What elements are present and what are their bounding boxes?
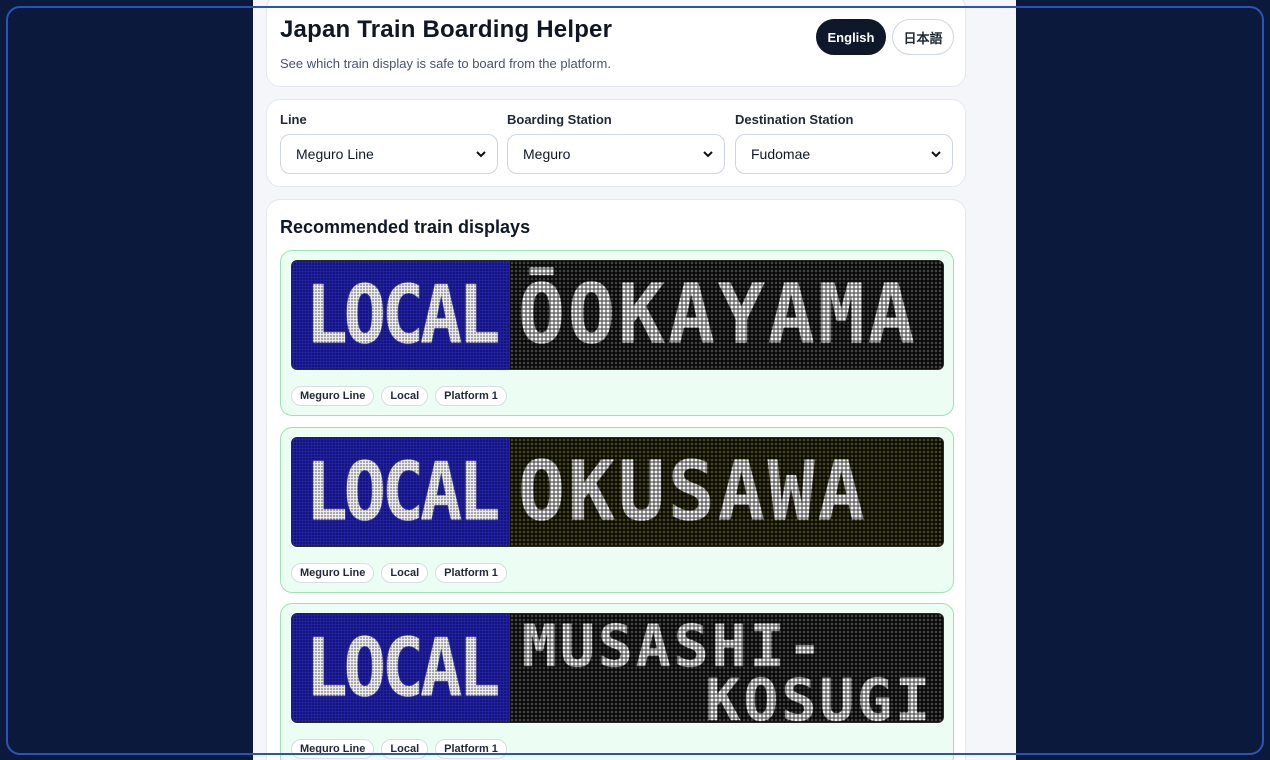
destination-select[interactable]: Fudomae xyxy=(735,134,953,174)
platform-tag: Platform 1 xyxy=(435,386,507,406)
results-card: Recommended train displays LOCAL ŌOKAYAM… xyxy=(266,199,966,760)
led-destination-panel: OKUSAWA xyxy=(510,438,943,546)
chevron-down-icon xyxy=(476,151,486,158)
destination-text: MUSASHI- KOSUGI xyxy=(510,614,943,722)
train-type-text: LOCAL xyxy=(305,620,501,716)
type-tag: Local xyxy=(381,563,429,583)
destination-text: ŌOKAYAMA xyxy=(518,267,918,363)
line-tag: Meguro Line xyxy=(291,563,375,583)
led-type-panel: LOCAL xyxy=(292,438,510,546)
led-type-panel: LOCAL xyxy=(292,261,510,369)
train-tags: Meguro Line Local Platform 1 xyxy=(291,563,507,583)
train-display-card: LOCAL MUSASHI- KOSUGI Meguro Line Local … xyxy=(280,603,954,760)
destination-field: Destination Station Fudomae xyxy=(735,112,953,174)
line-field: Line Meguro Line xyxy=(280,112,498,174)
train-display-card: LOCAL ŌOKAYAMA Meguro Line Local Platfor… xyxy=(280,250,954,416)
led-destination-panel: ŌOKAYAMA xyxy=(510,261,943,369)
led-display: LOCAL ŌOKAYAMA xyxy=(291,260,944,370)
led-display: LOCAL MUSASHI- KOSUGI xyxy=(291,613,944,723)
language-english-button[interactable]: English xyxy=(816,19,886,55)
results-title: Recommended train displays xyxy=(280,217,531,237)
destination-select-value: Fudomae xyxy=(751,146,811,162)
boarding-select[interactable]: Meguro xyxy=(507,134,725,174)
line-select-value: Meguro Line xyxy=(296,146,374,162)
train-tags: Meguro Line Local Platform 1 xyxy=(291,739,507,759)
page-subtitle: See which train display is safe to board… xyxy=(280,56,611,71)
boarding-field: Boarding Station Meguro xyxy=(507,112,725,174)
type-tag: Local xyxy=(381,739,429,759)
led-type-panel: LOCAL xyxy=(292,614,510,722)
train-tags: Meguro Line Local Platform 1 xyxy=(291,386,507,406)
platform-tag: Platform 1 xyxy=(435,563,507,583)
app-page: Japan Train Boarding Helper See which tr… xyxy=(253,0,1016,760)
line-tag: Meguro Line xyxy=(291,386,375,406)
train-type-text: LOCAL xyxy=(305,267,501,363)
platform-tag: Platform 1 xyxy=(435,739,507,759)
train-type-text: LOCAL xyxy=(305,444,501,540)
led-display: LOCAL OKUSAWA xyxy=(291,437,944,547)
boarding-label: Boarding Station xyxy=(507,112,612,127)
led-destination-panel: MUSASHI- KOSUGI xyxy=(510,614,943,722)
destination-label: Destination Station xyxy=(735,112,854,127)
line-select[interactable]: Meguro Line xyxy=(280,134,498,174)
train-display-card: LOCAL OKUSAWA Meguro Line Local Platform… xyxy=(280,427,954,593)
filter-card: Line Meguro Line Boarding Station Meguro… xyxy=(266,99,966,187)
line-tag: Meguro Line xyxy=(291,739,375,759)
line-label: Line xyxy=(280,112,307,127)
destination-line-2: KOSUGI xyxy=(705,666,933,723)
language-japanese-button[interactable]: 日本語 xyxy=(892,19,954,55)
page-title: Japan Train Boarding Helper xyxy=(280,16,613,43)
type-tag: Local xyxy=(381,386,429,406)
destination-text: OKUSAWA xyxy=(518,444,868,540)
chevron-down-icon xyxy=(931,151,941,158)
header-card: Japan Train Boarding Helper See which tr… xyxy=(266,0,966,87)
chevron-down-icon xyxy=(703,151,713,158)
boarding-select-value: Meguro xyxy=(523,146,571,162)
